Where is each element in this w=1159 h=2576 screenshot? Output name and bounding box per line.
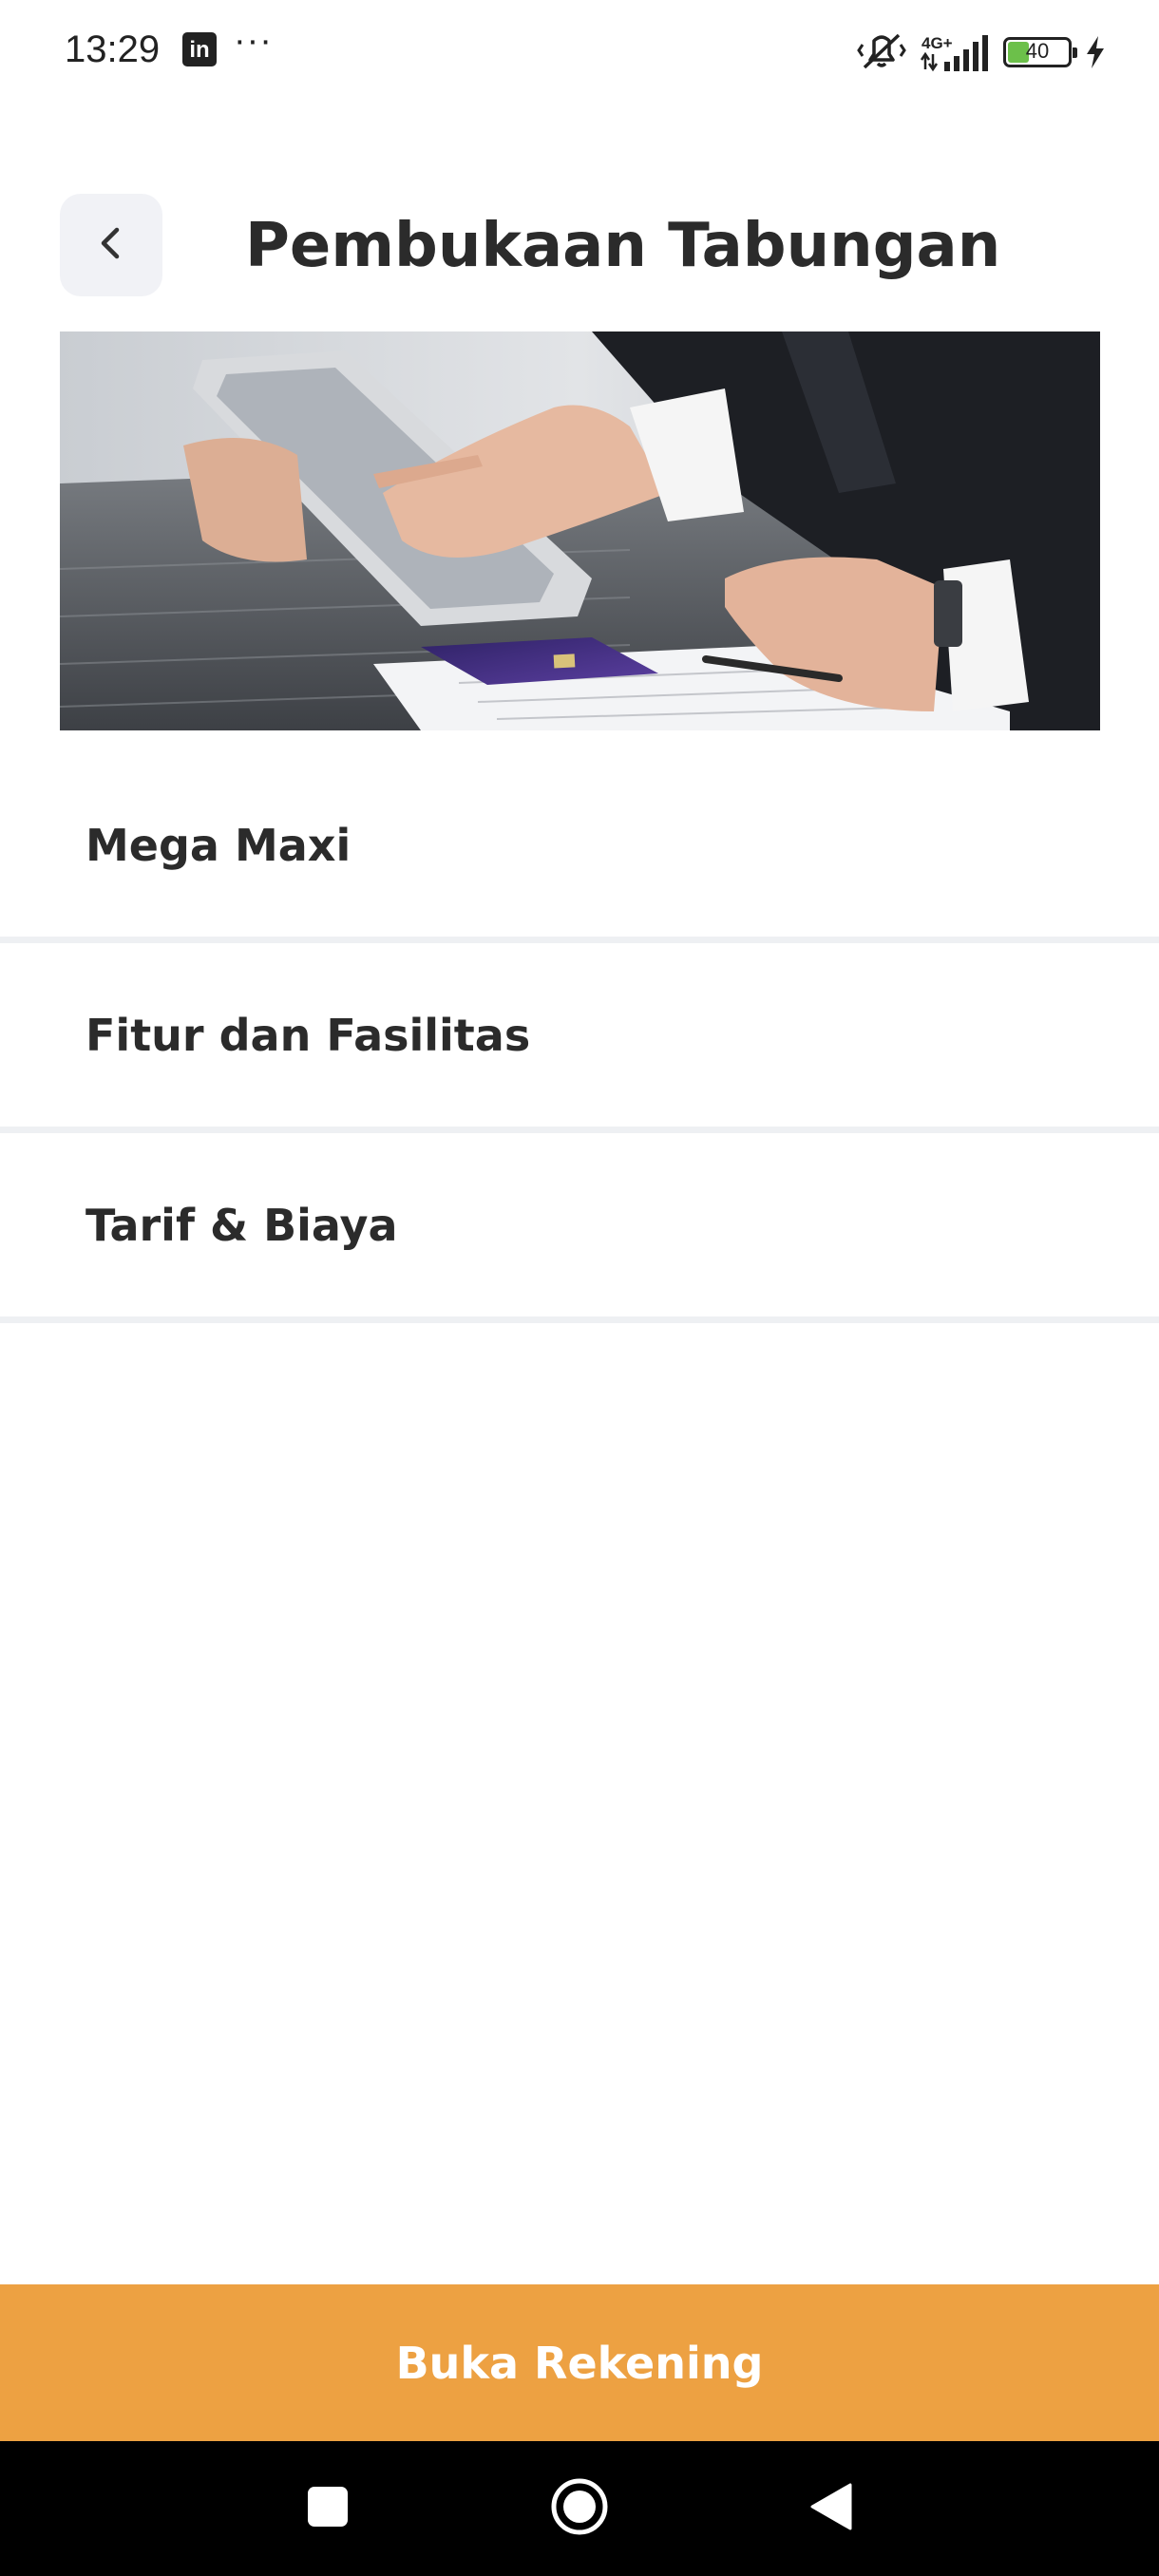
recents-button[interactable] <box>261 2441 394 2576</box>
status-icons: 4G+ 40 <box>857 28 1106 76</box>
linkedin-icon: in <box>182 32 217 66</box>
section-label: Mega Maxi <box>86 819 352 871</box>
home-button[interactable] <box>513 2441 646 2576</box>
page-title: Pembukaan Tabungan <box>245 211 1001 281</box>
hero-banner-image <box>60 331 1100 730</box>
back-button[interactable] <box>60 194 162 296</box>
system-navigation-bar <box>0 2441 1159 2576</box>
battery-icon: 40 <box>1003 37 1077 67</box>
signal-icon: 4G+ <box>920 31 990 73</box>
network-type-label: 4G+ <box>922 34 953 52</box>
section-tarif-biaya[interactable]: Tarif & Biaya <box>0 1133 1159 1323</box>
status-bar: 13:29 in ··· 4G+ 40 <box>0 0 1159 104</box>
system-back-button[interactable] <box>765 2441 898 2576</box>
vibrate-silent-icon <box>857 31 906 73</box>
section-label: Tarif & Biaya <box>86 1199 398 1251</box>
section-mega-maxi[interactable]: Mega Maxi <box>0 753 1159 943</box>
status-time: 13:29 <box>65 28 161 70</box>
battery-level: 40 <box>1025 39 1050 63</box>
home-circle-icon <box>549 2476 610 2541</box>
charging-icon <box>1085 36 1106 68</box>
more-notifications-icon: ··· <box>234 21 273 61</box>
chevron-left-icon <box>94 224 128 266</box>
section-fitur-dan-fasilitas[interactable]: Fitur dan Fasilitas <box>0 943 1159 1133</box>
back-triangle-icon <box>808 2481 854 2536</box>
recents-square-icon <box>306 2485 350 2532</box>
section-label: Fitur dan Fasilitas <box>86 1009 531 1061</box>
buka-rekening-button[interactable]: Buka Rekening <box>0 2284 1159 2441</box>
